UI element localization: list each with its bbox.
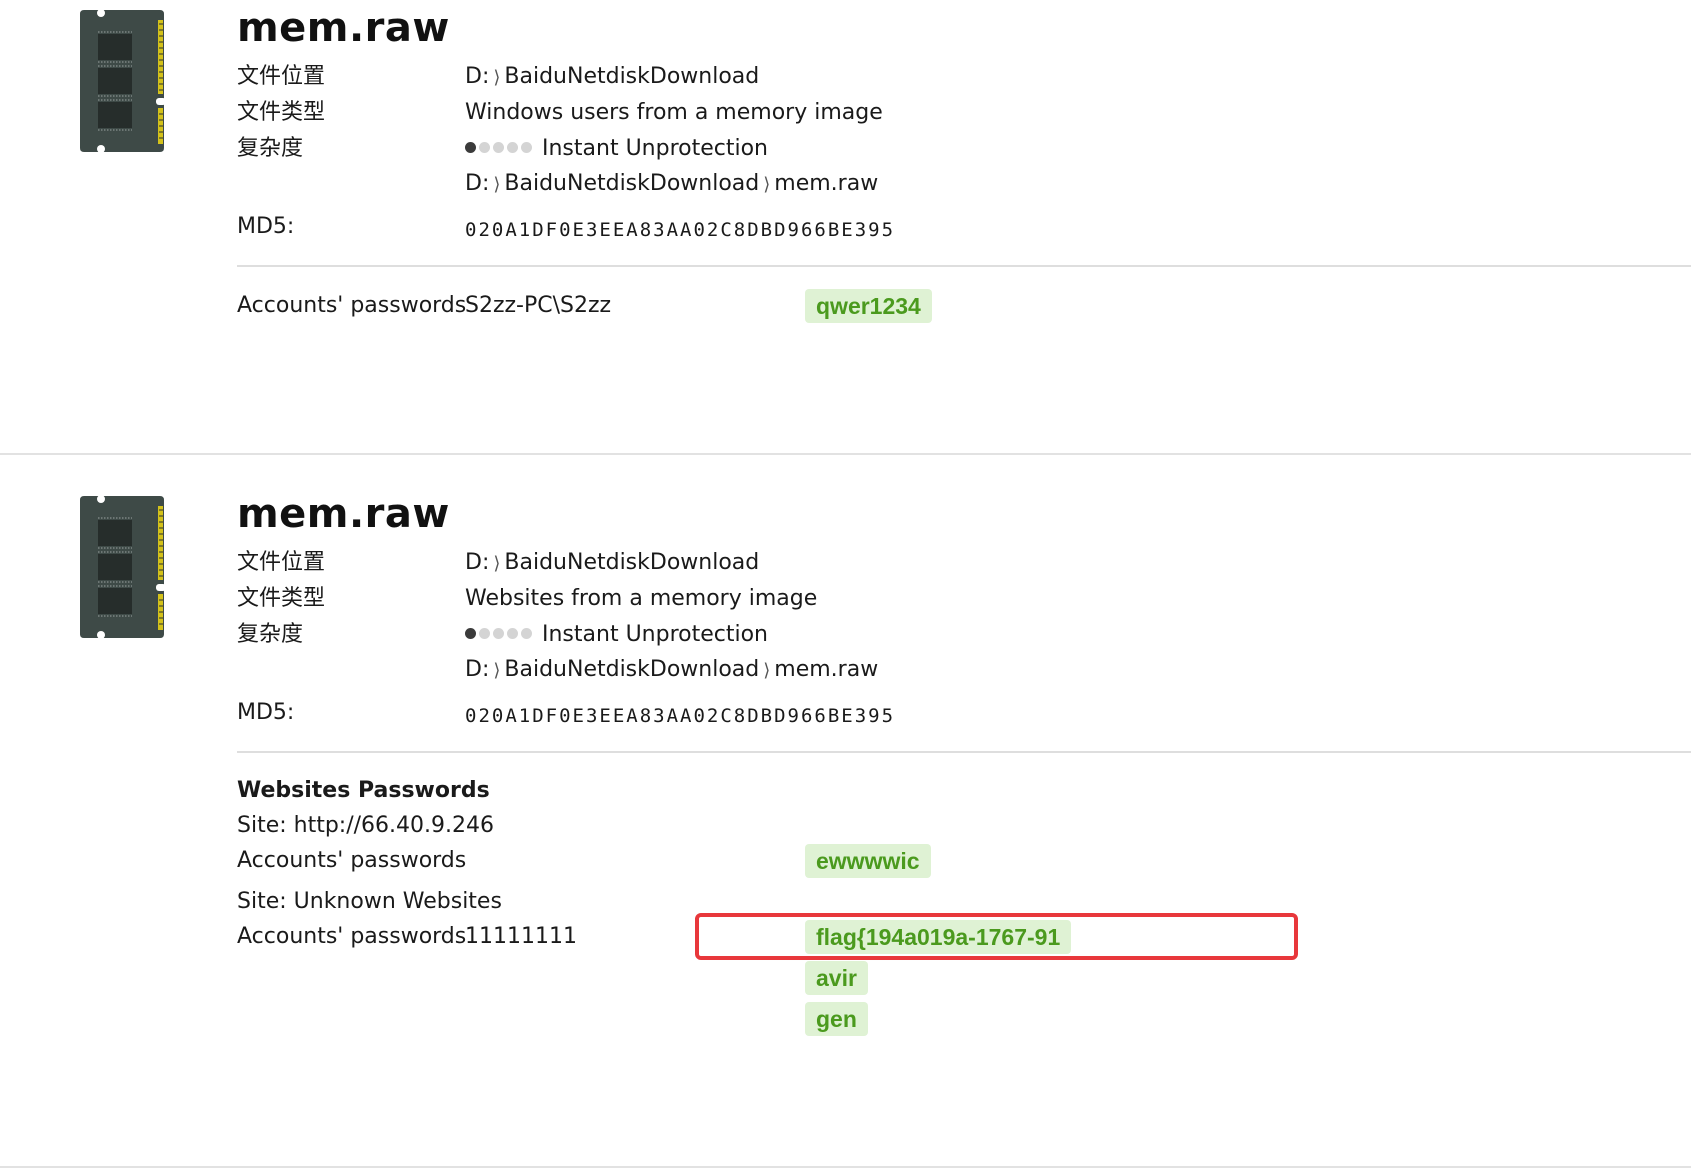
site-url: Site: Unknown Websites — [237, 889, 502, 914]
result-card[interactable]: mem.raw 文件位置 D: ⟩ BaiduNetdiskDownload 文件类… — [0, 0, 1691, 455]
chevron-right-icon: ⟩ — [763, 174, 771, 195]
rating-dot-empty — [521, 627, 532, 639]
rating-dot-empty — [479, 141, 490, 153]
breadcrumb-drive[interactable]: D: — [465, 171, 489, 196]
breadcrumb-drive[interactable]: D: — [465, 64, 489, 89]
location-breadcrumb[interactable]: D: ⟩ BaiduNetdiskDownload — [465, 62, 759, 93]
chevron-right-icon: ⟩ — [493, 67, 501, 88]
section-divider — [237, 265, 1691, 267]
chevron-right-icon: ⟩ — [493, 553, 501, 574]
complexity-text: Instant Unprotection — [542, 136, 768, 161]
rating-dot-empty — [493, 627, 504, 639]
password-badge[interactable]: ewwwwic — [805, 844, 931, 878]
rating-dot-empty — [507, 627, 518, 639]
password-badge[interactable]: qwer1234 — [805, 289, 932, 323]
rating-dot-empty — [479, 627, 490, 639]
md5-label: MD5: — [237, 214, 295, 239]
rating-dot-empty — [507, 141, 518, 153]
complexity-rating-dots — [465, 627, 532, 639]
account-username: S2zz-PC\S2zz — [465, 293, 612, 318]
full-path-breadcrumb[interactable]: D: ⟩ BaiduNetdiskDownload ⟩ mem.raw — [465, 655, 878, 686]
location-label: 文件位置 — [237, 64, 326, 89]
complexity-text: Instant Unprotection — [542, 622, 768, 647]
complexity-label: 复杂度 — [237, 622, 304, 647]
accounts-passwords-label: Accounts' passwords — [237, 293, 467, 318]
breadcrumb-folder[interactable]: BaiduNetdiskDownload — [504, 64, 759, 89]
complexity-value: Instant Unprotection — [465, 620, 768, 650]
breadcrumb-folder[interactable]: BaiduNetdiskDownload — [504, 550, 759, 575]
password-badge[interactable]: gen — [805, 1002, 868, 1036]
type-label: 文件类型 — [237, 100, 326, 125]
location-breadcrumb[interactable]: D: ⟩ BaiduNetdiskDownload — [465, 548, 759, 579]
rating-dot-filled — [465, 141, 476, 153]
chevron-right-icon: ⟩ — [493, 660, 501, 681]
ram-memory-module-icon — [80, 10, 166, 152]
breadcrumb-file[interactable]: mem.raw — [774, 171, 878, 196]
websites-passwords-heading: Websites Passwords — [237, 778, 490, 803]
rating-dot-empty — [493, 141, 504, 153]
chevron-right-icon: ⟩ — [763, 660, 771, 681]
md5-value: 020A1DF0E3EEA83AA02C8DBD966BE395 — [465, 219, 896, 241]
file-title: mem.raw — [237, 491, 450, 537]
results-page: mem.raw 文件位置 D: ⟩ BaiduNetdiskDownload 文件类… — [0, 0, 1691, 1176]
breadcrumb-drive[interactable]: D: — [465, 550, 489, 575]
breadcrumb-folder[interactable]: BaiduNetdiskDownload — [504, 171, 759, 196]
account-username: 11111111 — [465, 924, 577, 949]
full-path-breadcrumb[interactable]: D: ⟩ BaiduNetdiskDownload ⟩ mem.raw — [465, 169, 878, 200]
chevron-right-icon: ⟩ — [493, 174, 501, 195]
accounts-passwords-label: Accounts' passwords — [237, 924, 467, 949]
file-title: mem.raw — [237, 5, 450, 51]
rating-dot-filled — [465, 627, 476, 639]
md5-value: 020A1DF0E3EEA83AA02C8DBD966BE395 — [465, 705, 896, 727]
type-label: 文件类型 — [237, 586, 326, 611]
site-url: Site: http://66.40.9.246 — [237, 813, 494, 838]
result-card[interactable]: mem.raw 文件位置 D: ⟩ BaiduNetdiskDownload 文件类… — [0, 455, 1691, 1168]
password-badge[interactable]: avir — [805, 961, 868, 995]
breadcrumb-file[interactable]: mem.raw — [774, 657, 878, 682]
rating-dot-empty — [521, 141, 532, 153]
file-type-value: Websites from a memory image — [465, 586, 818, 611]
accounts-passwords-label: Accounts' passwords — [237, 848, 467, 873]
section-divider — [237, 751, 1691, 753]
file-type-value: Windows users from a memory image — [465, 100, 883, 125]
complexity-label: 复杂度 — [237, 136, 304, 161]
ram-memory-module-icon — [80, 496, 166, 638]
breadcrumb-folder[interactable]: BaiduNetdiskDownload — [504, 657, 759, 682]
complexity-rating-dots — [465, 141, 532, 153]
md5-label: MD5: — [237, 700, 295, 725]
highlight-annotation-box — [695, 913, 1298, 960]
location-label: 文件位置 — [237, 550, 326, 575]
complexity-value: Instant Unprotection — [465, 134, 768, 164]
breadcrumb-drive[interactable]: D: — [465, 657, 489, 682]
